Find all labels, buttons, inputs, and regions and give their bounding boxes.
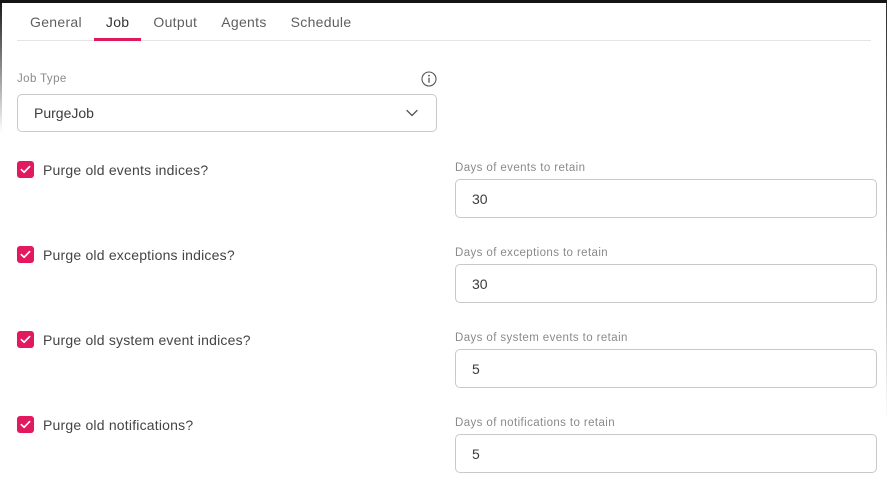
checkmark-icon: [20, 334, 31, 345]
tab-schedule[interactable]: Schedule: [279, 9, 364, 41]
job-type-header: Job Type: [17, 71, 437, 87]
job-settings-panel: General Job Output Agents Schedule Job T…: [0, 0, 887, 492]
purge-exceptions-checkbox-label[interactable]: Purge old exceptions indices?: [43, 247, 235, 263]
purge-notifications-checkbox[interactable]: [17, 416, 34, 433]
purge-exceptions-checkbox[interactable]: [17, 246, 34, 263]
days-system-events-label: Days of system events to retain: [455, 332, 877, 344]
days-events-field: Days of events to retain: [455, 161, 877, 218]
checkmark-icon: [20, 419, 31, 430]
tab-job[interactable]: Job: [94, 9, 141, 41]
purge-system-events-row: Purge old system event indices? Days of …: [17, 331, 877, 388]
job-type-selected-value: PurgeJob: [34, 105, 94, 121]
job-type-field: Job Type PurgeJob: [17, 71, 437, 132]
job-type-label: Job Type: [17, 73, 67, 85]
days-exceptions-input[interactable]: [455, 264, 877, 303]
info-icon[interactable]: [421, 71, 437, 87]
purge-system-events-checkbox-label[interactable]: Purge old system event indices?: [43, 332, 251, 348]
tab-content-job: Job Type PurgeJob: [0, 41, 887, 473]
days-system-events-field: Days of system events to retain: [455, 331, 877, 388]
days-notifications-label: Days of notifications to retain: [455, 417, 877, 429]
purge-events-row: Purge old events indices? Days of events…: [17, 161, 877, 218]
tab-bar: General Job Output Agents Schedule: [17, 3, 871, 41]
days-exceptions-label: Days of exceptions to retain: [455, 247, 877, 259]
days-events-input[interactable]: [455, 179, 877, 218]
purge-notifications-row: Purge old notifications? Days of notific…: [17, 416, 877, 473]
purge-notifications-checkbox-label[interactable]: Purge old notifications?: [43, 417, 193, 433]
days-events-label: Days of events to retain: [455, 162, 877, 174]
checkmark-icon: [20, 249, 31, 260]
days-exceptions-field: Days of exceptions to retain: [455, 246, 877, 303]
purge-options-list: Purge old events indices? Days of events…: [17, 161, 877, 473]
purge-exceptions-checkbox-group: Purge old exceptions indices?: [17, 246, 455, 263]
tab-output[interactable]: Output: [141, 9, 209, 41]
purge-events-checkbox-label[interactable]: Purge old events indices?: [43, 162, 208, 178]
purge-system-events-checkbox[interactable]: [17, 331, 34, 348]
days-system-events-input[interactable]: [455, 349, 877, 388]
purge-system-events-checkbox-group: Purge old system event indices?: [17, 331, 455, 348]
days-notifications-input[interactable]: [455, 434, 877, 473]
job-type-select[interactable]: PurgeJob: [17, 94, 437, 132]
chevron-down-icon: [404, 105, 420, 121]
purge-events-checkbox[interactable]: [17, 161, 34, 178]
tab-agents[interactable]: Agents: [209, 9, 278, 41]
tab-general[interactable]: General: [18, 9, 94, 41]
purge-notifications-checkbox-group: Purge old notifications?: [17, 416, 455, 433]
purge-events-checkbox-group: Purge old events indices?: [17, 161, 455, 178]
purge-exceptions-row: Purge old exceptions indices? Days of ex…: [17, 246, 877, 303]
checkmark-icon: [20, 164, 31, 175]
days-notifications-field: Days of notifications to retain: [455, 416, 877, 473]
